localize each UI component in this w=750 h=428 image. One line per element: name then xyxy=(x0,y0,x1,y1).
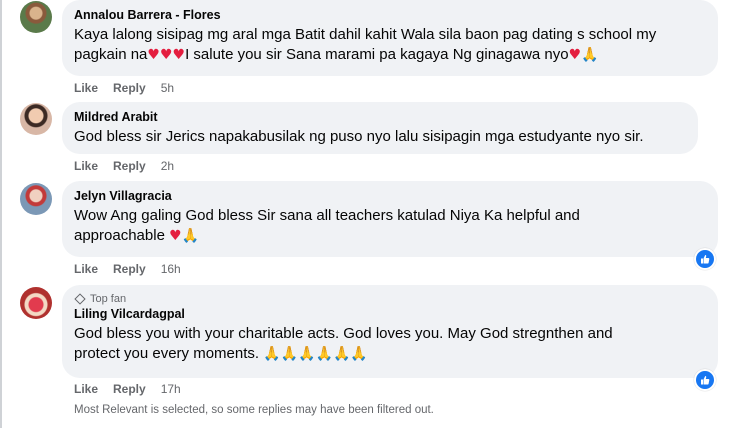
pray-emoji-icon: 🙏 xyxy=(581,47,599,63)
heart-emoji-icon: ♥ xyxy=(169,228,182,244)
like-link[interactable]: Like xyxy=(74,159,98,173)
like-reaction-icon[interactable] xyxy=(694,248,716,270)
comment-bubble: Top fan Liling Vilcardagpal God bless yo… xyxy=(62,285,718,378)
filter-note: Most Relevant is selected, so some repli… xyxy=(74,404,434,416)
pray-emoji-icon: 🙏🙏🙏🙏🙏🙏 xyxy=(263,346,368,362)
reply-link[interactable]: Reply xyxy=(113,262,146,276)
comment-author[interactable]: Annalou Barrera - Flores xyxy=(74,7,706,23)
comment-text: God bless you with your charitable acts.… xyxy=(74,325,613,362)
comment-actions: Like Reply 17h xyxy=(74,382,181,396)
comment-actions: Like Reply 16h xyxy=(74,262,181,276)
comment-author[interactable]: Mildred Arabit xyxy=(74,109,686,125)
comment-actions: Like Reply 5h xyxy=(74,81,174,95)
reply-link[interactable]: Reply xyxy=(113,81,146,95)
comment-bubble: Annalou Barrera - Flores Kaya lalong sis… xyxy=(62,0,718,76)
avatar[interactable] xyxy=(20,287,52,319)
like-reaction-icon[interactable] xyxy=(694,369,716,391)
top-fan-badge: Top fan xyxy=(74,292,706,306)
like-link[interactable]: Like xyxy=(74,262,98,276)
comment-text: God bless sir Jerics napakabusilak ng pu… xyxy=(74,128,644,145)
comment-text: Wow Ang galing God bless Sir sana all te… xyxy=(74,207,580,244)
avatar[interactable] xyxy=(20,103,52,135)
comment-timestamp[interactable]: 2h xyxy=(161,159,174,173)
comment-author[interactable]: Jelyn Villagracia xyxy=(74,188,706,204)
reply-link[interactable]: Reply xyxy=(113,159,146,173)
comment-bubble: Jelyn Villagracia Wow Ang galing God ble… xyxy=(62,181,718,257)
reply-link[interactable]: Reply xyxy=(113,382,146,396)
avatar[interactable] xyxy=(20,183,52,215)
comment-text: Kaya lalong sisipag mg aral mga Batit da… xyxy=(74,26,657,63)
comment-bubble: Mildred Arabit God bless sir Jerics napa… xyxy=(62,102,698,154)
pray-emoji-icon: 🙏 xyxy=(181,228,200,244)
heart-emoji-icon: ♥ xyxy=(568,47,582,63)
avatar[interactable] xyxy=(20,1,52,33)
comment-timestamp[interactable]: 5h xyxy=(161,81,174,95)
comment-timestamp[interactable]: 16h xyxy=(161,262,181,276)
comment-timestamp[interactable]: 17h xyxy=(161,382,181,396)
left-border xyxy=(0,0,2,428)
like-link[interactable]: Like xyxy=(74,81,98,95)
comment-actions: Like Reply 2h xyxy=(74,159,174,173)
like-link[interactable]: Like xyxy=(74,382,98,396)
diamond-icon xyxy=(74,293,86,305)
heart-emoji-icon: ♥♥♥ xyxy=(147,47,186,63)
comment-author[interactable]: Liling Vilcardagpal xyxy=(74,306,706,322)
